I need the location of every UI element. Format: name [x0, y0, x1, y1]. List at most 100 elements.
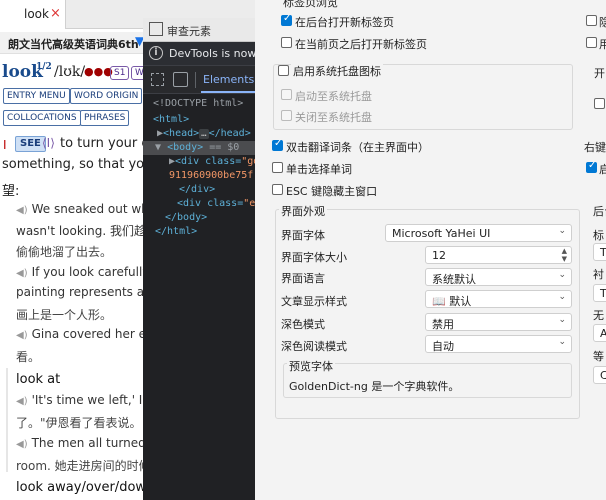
tab-look[interactable]: look × [0, 0, 66, 29]
group-title: 右键 [584, 141, 606, 154]
open-new-tab-background-checkbox[interactable] [281, 13, 292, 26]
attr-value: "gd [241, 156, 255, 167]
attr-value: "em [243, 198, 255, 209]
dom-node-close[interactable]: </div> [179, 184, 215, 195]
combobox-value: Microsoft YaHei UI [392, 227, 491, 240]
dom-node-close[interactable]: </html> [155, 226, 197, 237]
close-icon[interactable]: × [50, 6, 61, 21]
example-text: Gina covered her eye [31, 327, 161, 341]
style-value: 默认 [449, 295, 472, 308]
spoken-frequency-tag: S1 [110, 66, 130, 80]
example-line: painting represents a hu [16, 285, 164, 299]
dom-node-close[interactable]: </body> [165, 212, 207, 223]
toolbar-divider [195, 72, 196, 88]
checkbox-label: 单击选择单词 [286, 163, 352, 176]
dom-node-div[interactable]: <div class="em [177, 198, 255, 209]
phrases-button[interactable]: PHRASES [80, 110, 130, 126]
group-title: 界面外观 [279, 203, 327, 219]
grammar-tag: ⟨I⟩ [42, 136, 55, 150]
combobox-value: A [600, 327, 606, 340]
dark-mode-combobox[interactable]: 禁用 ⌄ [425, 313, 572, 331]
dark-reading-combobox[interactable]: 自动 ⌄ [425, 335, 572, 353]
double-click-translate-checkbox[interactable] [272, 138, 283, 151]
combobox-value: Co [600, 369, 606, 382]
group-title: 开 [594, 67, 605, 80]
dom-node-html[interactable]: <html> [153, 114, 189, 125]
frequency-dots: ●●● [84, 65, 113, 78]
speaker-icon[interactable]: ◀) [16, 396, 28, 407]
right-combobox[interactable]: Co [593, 366, 606, 384]
checkbox-label: 在当前页之后打开新标签页 [295, 38, 427, 51]
inspect-element-icon[interactable] [151, 73, 164, 86]
enable-tray-checkbox[interactable] [278, 65, 289, 76]
right-option-checkbox[interactable] [586, 37, 597, 48]
single-click-select-checkbox[interactable] [272, 162, 283, 173]
collapse-arrow-icon[interactable]: ▼ [155, 142, 161, 153]
right-combobox[interactable]: A [593, 324, 606, 342]
example-translation: 了。"伊恩看了看表说。 [16, 416, 142, 430]
example-line: ◀) Gina covered her eye [16, 327, 161, 341]
spin-up-icon[interactable]: ▲ [562, 247, 567, 255]
word-origin-button[interactable]: WORD ORIGIN [70, 88, 143, 104]
close-to-tray-checkbox[interactable] [281, 110, 292, 121]
spinbox-value: 12 [432, 249, 446, 262]
font-combobox[interactable]: Microsoft YaHei UI ⌄ [385, 224, 572, 242]
example-text: 'It's time we left,' Ian [31, 393, 158, 407]
spin-down-icon[interactable]: ▼ [562, 255, 567, 263]
entry-menu-button[interactable]: ENTRY MENU [3, 88, 70, 104]
homograph-number: 1/2 [36, 62, 52, 72]
checkbox-label: 启动至系统托盘 [295, 90, 372, 103]
start-to-tray-checkbox[interactable] [281, 89, 292, 100]
info-icon: i [149, 46, 163, 60]
combobox-value: 系统默认 [432, 273, 476, 286]
tag-text: <div class= [175, 156, 242, 167]
speaker-icon[interactable]: ◀) [16, 205, 28, 216]
chevron-down-icon: ⌄ [558, 292, 566, 302]
right-combobox[interactable]: Ti [593, 284, 606, 302]
open-after-current-checkbox[interactable] [281, 37, 292, 48]
chevron-down-icon: ⌄ [558, 337, 566, 347]
checkbox-label: 双击翻译词条（在主界面中） [286, 141, 429, 154]
example-translation: room. 她走进房间的时候 [16, 459, 151, 473]
devtools-window: 审查元素 i DevTools is now ava Elements <!DO… [143, 18, 255, 500]
example-line: ◀) If you look carefully y [16, 265, 160, 279]
chevron-down-icon: ⌄ [558, 226, 566, 236]
dom-node-div[interactable]: ▶<div class="gd [169, 156, 255, 167]
font-size-spinbox[interactable]: 12 ▲ ▼ [425, 246, 572, 264]
right-option-checkbox[interactable] [586, 15, 597, 26]
tab-elements[interactable]: Elements [203, 73, 254, 86]
devtools-title-bar[interactable]: 审查元素 [143, 18, 255, 42]
dom-node-doctype[interactable]: <!DOCTYPE html> [153, 98, 243, 109]
example-line: wasn't looking. 我们趁 [16, 224, 146, 238]
speaker-icon[interactable]: ◀) [16, 268, 28, 279]
chevron-down-icon: ⌄ [558, 270, 566, 280]
speaker-icon[interactable]: ◀) [16, 439, 28, 450]
option-label: 衬 [593, 268, 604, 281]
right-option-checkbox[interactable] [594, 98, 605, 109]
checkbox-label: 在后台打开新标签页 [295, 16, 394, 29]
group-title: 预览字体 [287, 358, 335, 374]
right-combobox[interactable]: Ti [593, 243, 606, 261]
checkbox-label: 关闭至系统托盘 [295, 111, 372, 124]
right-option-checkbox[interactable] [586, 160, 597, 173]
language-combobox[interactable]: 系统默认 ⌄ [425, 268, 572, 286]
device-toolbar-icon[interactable] [173, 72, 188, 87]
combobox-value: 📖 默认 [432, 293, 471, 309]
infobar-text: DevTools is now ava [169, 47, 255, 60]
checkbox-label: 启用系统托盘图标 [291, 63, 383, 79]
checkbox-label: ESC 键隐藏主窗口 [286, 185, 378, 198]
dom-node-head[interactable]: ▶<head>… </head> [157, 128, 251, 139]
esc-hide-checkbox[interactable] [272, 184, 283, 195]
speaker-icon[interactable]: ◀) [16, 330, 28, 341]
group-title: 标签页浏览 [283, 0, 338, 9]
option-label: 标 [593, 229, 604, 242]
dom-node-body[interactable]: ▼ <body> == $0 [155, 142, 239, 153]
checkbox-label: 用 [599, 38, 606, 51]
chevron-down-icon: ⌄ [558, 315, 566, 325]
selected-marker: == $0 [209, 142, 240, 153]
preview-text: GoldenDict-ng 是一个字典软件。 [289, 380, 460, 393]
collocations-button[interactable]: COLLOCATIONS [3, 110, 81, 126]
option-label: 无 [593, 309, 604, 322]
tag-text: <div class= [177, 198, 244, 209]
style-combobox[interactable]: 📖 默认 ⌄ [425, 290, 572, 308]
